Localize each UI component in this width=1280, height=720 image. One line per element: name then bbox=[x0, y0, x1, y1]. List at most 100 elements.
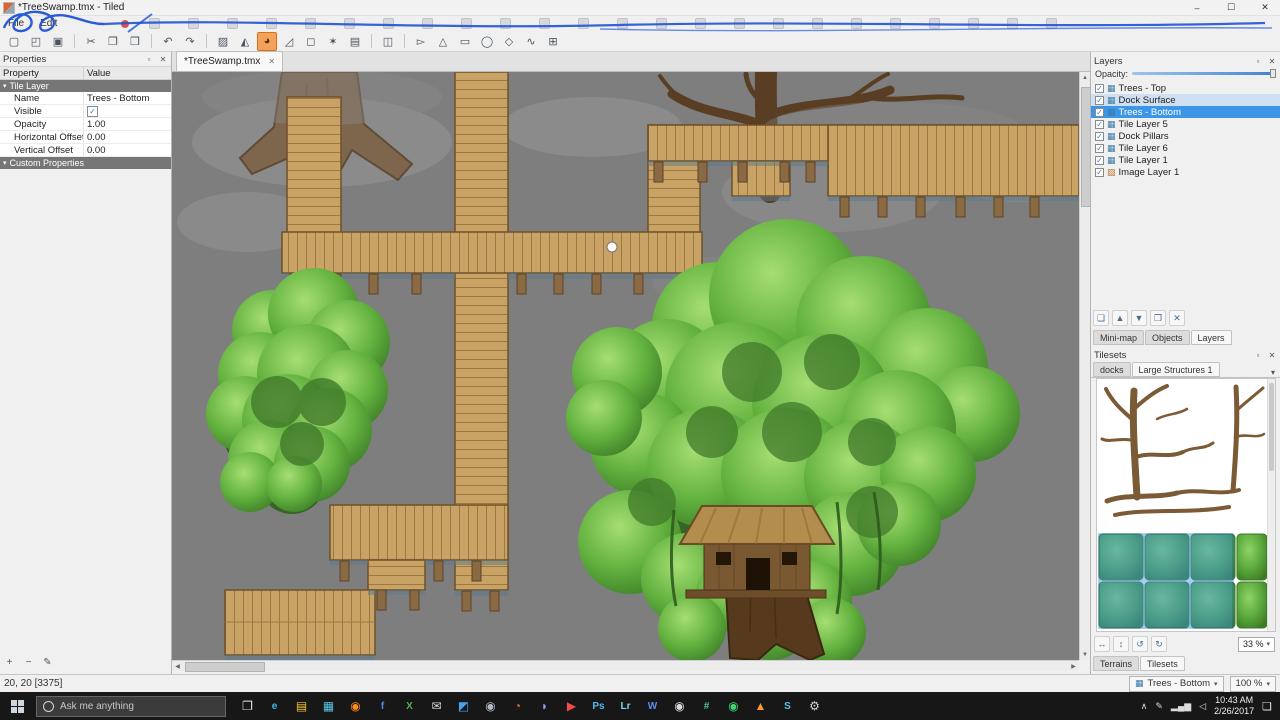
taskbar-firefox-icon[interactable]: ◉ bbox=[342, 692, 369, 720]
menu-edit[interactable]: Edit bbox=[32, 16, 65, 31]
tileset-zoom-combobox[interactable]: 33 % ▾ bbox=[1237, 636, 1275, 652]
layer-visibility-checkbox[interactable]: ✓ bbox=[1095, 155, 1104, 165]
taskbar-facebook-icon[interactable]: f bbox=[369, 692, 396, 720]
taskbar-store-icon[interactable]: ▦ bbox=[315, 692, 342, 720]
property-value[interactable]: Trees - Bottom bbox=[84, 92, 171, 104]
maximize-button[interactable]: ☐ bbox=[1216, 0, 1246, 16]
close-panel-icon[interactable]: ✕ bbox=[1267, 57, 1277, 66]
taskbar-vlc-icon[interactable]: ▲ bbox=[747, 692, 774, 720]
rotate-left-button[interactable]: ↺ bbox=[1132, 636, 1148, 652]
opacity-slider[interactable] bbox=[1132, 69, 1276, 78]
taskbar-youtube-icon[interactable]: ▶ bbox=[558, 692, 585, 720]
rename-property-button[interactable]: ✎ bbox=[40, 655, 55, 670]
tileset-view[interactable] bbox=[1096, 378, 1276, 632]
zoom-combobox[interactable]: 100 % ▾ bbox=[1229, 675, 1276, 692]
bucket-fill-tool[interactable]: ◕ bbox=[257, 31, 277, 51]
insert-polygon-tool[interactable]: ◇ bbox=[499, 32, 519, 51]
copy-tool[interactable]: ❐ bbox=[103, 32, 123, 51]
terrain-brush-tool[interactable]: ◭ bbox=[235, 32, 255, 51]
layer-visibility-checkbox[interactable]: ✓ bbox=[1095, 143, 1104, 153]
taskbar-mail-icon[interactable]: ✉ bbox=[423, 692, 450, 720]
edit-polygons-tool[interactable]: △ bbox=[433, 32, 453, 51]
scroll-down-icon[interactable]: ▼ bbox=[1080, 649, 1090, 660]
close-panel-icon[interactable]: ✕ bbox=[1267, 351, 1277, 360]
layer-item-dock-surface[interactable]: ✓ ▦ Dock Surface bbox=[1091, 94, 1280, 106]
taskbar-photos-icon[interactable]: ◩ bbox=[450, 692, 477, 720]
property-value[interactable]: ✓ bbox=[84, 105, 171, 117]
dock-tab-mini-map[interactable]: Mini-map bbox=[1093, 330, 1145, 345]
new-map-tool[interactable]: ▢ bbox=[4, 32, 24, 51]
taskbar-slack-icon[interactable]: # bbox=[693, 692, 720, 720]
duplicate-layer-button[interactable]: ❐ bbox=[1150, 310, 1166, 326]
insert-polyline-tool[interactable]: ∿ bbox=[521, 32, 541, 51]
property-group-tile-layer[interactable]: ▾ Tile Layer bbox=[0, 80, 171, 92]
volume-icon[interactable]: ◁ bbox=[1199, 701, 1206, 712]
float-panel-icon[interactable]: ▫ bbox=[1253, 351, 1263, 360]
taskbar-task-view-icon[interactable]: ❐ bbox=[234, 692, 261, 720]
property-group-custom[interactable]: ▾ Custom Properties bbox=[0, 157, 171, 169]
paste-tool[interactable]: ❒ bbox=[125, 32, 145, 51]
tileset-tab-large-structures-1[interactable]: Large Structures 1 bbox=[1131, 362, 1220, 377]
tileset-scrollbar[interactable] bbox=[1267, 379, 1275, 631]
insert-ellipse-tool[interactable]: ◯ bbox=[477, 32, 497, 51]
map-canvas[interactable] bbox=[172, 72, 1079, 660]
magic-wand-tool[interactable]: ✶ bbox=[323, 32, 343, 51]
visible-checkbox[interactable]: ✓ bbox=[87, 105, 98, 117]
taskbar-skype-icon[interactable]: S bbox=[774, 692, 801, 720]
canvas-vertical-scrollbar[interactable]: ▲ ▼ bbox=[1079, 72, 1091, 660]
layer-item-dock-pillars[interactable]: ✓ ▦ Dock Pillars bbox=[1091, 130, 1280, 142]
property-value[interactable]: 0.00 bbox=[84, 131, 171, 143]
rectangular-select-tool[interactable]: ◻ bbox=[301, 32, 321, 51]
taskbar-photoshop-icon[interactable]: Ps bbox=[585, 692, 612, 720]
float-panel-icon[interactable]: ▫ bbox=[144, 55, 154, 64]
select-objects-tool[interactable]: ▻ bbox=[411, 32, 431, 51]
stamp-brush-tool[interactable]: ▨ bbox=[213, 32, 233, 51]
dock-tab-layers[interactable]: Layers bbox=[1190, 330, 1232, 345]
network-icon[interactable]: ▂▄▆ bbox=[1171, 701, 1191, 712]
taskbar-clock[interactable]: 10:43 AM 2/26/2017 bbox=[1214, 695, 1254, 718]
layer-visibility-checkbox[interactable]: ✓ bbox=[1095, 119, 1104, 129]
dock-tab-terrains[interactable]: Terrains bbox=[1093, 656, 1140, 671]
remove-layer-button[interactable]: ✕ bbox=[1169, 310, 1185, 326]
layer-visibility-checkbox[interactable]: ✓ bbox=[1095, 167, 1104, 177]
layer-visibility-checkbox[interactable]: ✓ bbox=[1095, 95, 1104, 105]
flip-horizontal-button[interactable]: ↔ bbox=[1094, 636, 1110, 652]
layer-visibility-checkbox[interactable]: ✓ bbox=[1095, 107, 1104, 117]
scroll-left-icon[interactable]: ◀ bbox=[172, 661, 183, 672]
close-button[interactable]: ✕ bbox=[1250, 0, 1280, 16]
open-file-tool[interactable]: ◰ bbox=[26, 32, 46, 51]
pen-icon[interactable]: ✎ bbox=[1155, 701, 1163, 712]
menu-file[interactable]: File bbox=[0, 16, 32, 31]
property-value[interactable]: 1.00 bbox=[84, 118, 171, 130]
layer-item-image-layer-1[interactable]: ✓ ▨ Image Layer 1 bbox=[1091, 166, 1280, 178]
layer-item-trees-top[interactable]: ✓ ▦ Trees - Top bbox=[1091, 82, 1280, 94]
taskbar-spotify-icon[interactable]: ◉ bbox=[720, 692, 747, 720]
save-file-tool[interactable]: ▣ bbox=[48, 32, 68, 51]
dock-tab-tilesets[interactable]: Tilesets bbox=[1140, 656, 1185, 671]
layer-item-trees-bottom[interactable]: ✓ ▦ Trees - Bottom bbox=[1091, 106, 1280, 118]
scroll-right-icon[interactable]: ▶ bbox=[1068, 661, 1079, 672]
raise-layer-button[interactable]: ▲ bbox=[1112, 310, 1128, 326]
layer-item-tile-layer-1[interactable]: ✓ ▦ Tile Layer 1 bbox=[1091, 154, 1280, 166]
taskbar-word-icon[interactable]: W bbox=[639, 692, 666, 720]
remove-property-button[interactable]: − bbox=[21, 655, 36, 670]
document-tab[interactable]: *TreeSwamp.tmx ✕ bbox=[176, 51, 284, 71]
start-button[interactable] bbox=[0, 692, 34, 720]
close-panel-icon[interactable]: ✕ bbox=[158, 55, 168, 64]
taskbar-chrome-icon[interactable]: ◔ bbox=[504, 692, 531, 720]
taskbar-excel-icon[interactable]: X bbox=[396, 692, 423, 720]
layer-item-tile-layer-6[interactable]: ✓ ▦ Tile Layer 6 bbox=[1091, 142, 1280, 154]
taskbar-discord-icon[interactable]: ◗ bbox=[531, 692, 558, 720]
flip-vertical-button[interactable]: ↕ bbox=[1113, 636, 1129, 652]
select-same-tile-tool[interactable]: ▤ bbox=[345, 32, 365, 51]
undo-tool[interactable]: ↶ bbox=[158, 32, 178, 51]
layer-combobox[interactable]: ▦ Trees - Bottom ▾ bbox=[1129, 675, 1224, 692]
lower-layer-button[interactable]: ▼ bbox=[1131, 310, 1147, 326]
insert-tile-tool[interactable]: ⊞ bbox=[543, 32, 563, 51]
minimize-button[interactable]: – bbox=[1182, 0, 1212, 16]
taskbar-lightroom-icon[interactable]: Lr bbox=[612, 692, 639, 720]
taskbar-github-icon[interactable]: ◉ bbox=[666, 692, 693, 720]
redo-tool[interactable]: ↷ bbox=[180, 32, 200, 51]
tray-expand-icon[interactable]: ∧ bbox=[1141, 701, 1148, 712]
layer-item-tile-layer-5[interactable]: ✓ ▦ Tile Layer 5 bbox=[1091, 118, 1280, 130]
